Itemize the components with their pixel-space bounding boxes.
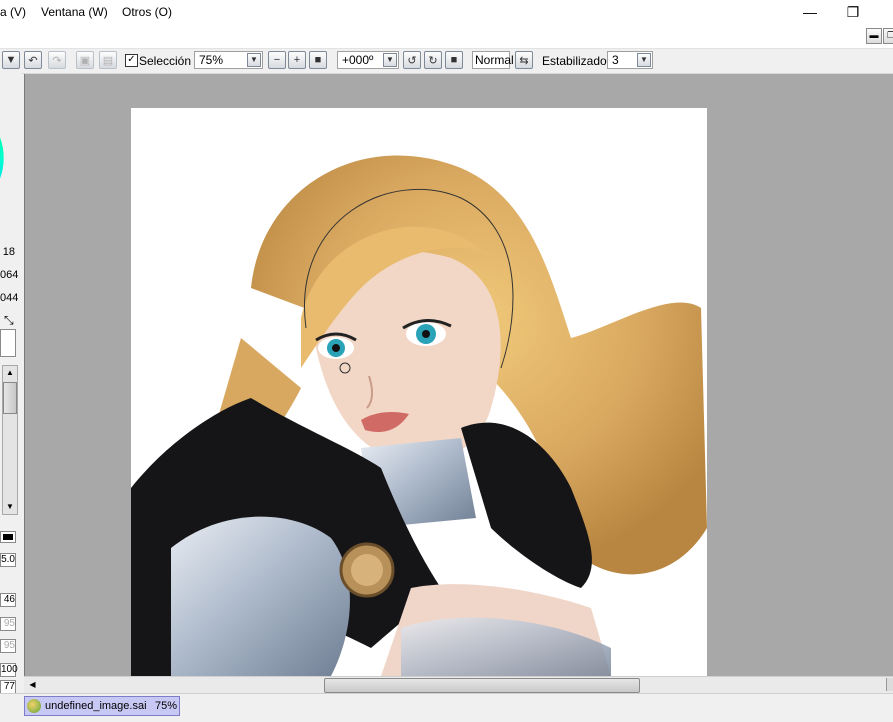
invert-selection-button[interactable]: ▤ [99, 51, 117, 69]
menu-view[interactable]: a (V) [0, 5, 26, 19]
zoom-select[interactable]: 75% ▼ [194, 51, 263, 69]
deselect-button[interactable]: ▣ [76, 51, 94, 69]
artwork-illustration [131, 155, 707, 676]
color-wheel[interactable] [0, 103, 16, 213]
chevron-down-icon[interactable]: ▼ [247, 53, 261, 67]
color-value-1: 18 [2, 246, 15, 258]
document-tab-filename: undefined_image.sai [45, 700, 147, 712]
toolbar-dropdown-button[interactable]: ▼ [2, 51, 20, 69]
minimize-icon: — [803, 4, 817, 20]
param-field-2[interactable]: 95 [0, 617, 16, 631]
deselect-icon: ▣ [79, 54, 91, 67]
param-field-3[interactable]: 95 [0, 639, 16, 653]
canvas-area[interactable] [24, 74, 893, 676]
flip-button[interactable]: ⇆ [515, 51, 533, 69]
document-tab-zoom: 75% [155, 700, 178, 712]
flip-horizontal-icon: ⇆ [519, 54, 529, 67]
toolbar: ▼ ↶ ↷ ▣ ▤ ✓ Selección 75% ▼ − + ■ +000º … [0, 49, 893, 74]
document-tab[interactable]: undefined_image.sai 75% [24, 696, 180, 716]
brush-color-bar [3, 534, 13, 540]
menu-window[interactable]: Ventana (W) [41, 5, 108, 19]
brush-preview[interactable] [0, 531, 16, 543]
chevron-right-icon[interactable] [886, 678, 893, 691]
zoom-out-button[interactable]: − [268, 51, 286, 69]
rotate-ccw-icon: ↺ [407, 54, 417, 67]
redo-icon: ↷ [52, 54, 62, 67]
color-value-2: 064 [0, 269, 19, 281]
undo-button[interactable]: ↶ [24, 51, 42, 69]
param-field-5[interactable]: 77 [0, 680, 16, 694]
rotation-select[interactable]: +000º ▼ [337, 51, 399, 69]
invert-selection-icon: ▤ [102, 54, 114, 67]
square-icon: ■ [314, 54, 322, 66]
minus-icon: − [273, 54, 281, 66]
selection-checkbox[interactable]: ✓ [125, 54, 138, 67]
rotation-value: +000º [342, 53, 374, 67]
mdi-minimize-button[interactable]: ▬ [866, 28, 882, 44]
stabilizer-value: 3 [612, 53, 619, 67]
minimize-icon: ▬ [869, 30, 879, 40]
param-field-1[interactable]: 46 [0, 593, 16, 607]
horizontal-scrollbar[interactable]: ◀ [24, 676, 893, 693]
chevron-down-icon[interactable]: ▼ [637, 53, 651, 67]
restore-icon: ❐ [886, 30, 893, 40]
vertical-scrollbar[interactable]: ▲ ▼ [2, 365, 18, 515]
rotate-left-button[interactable]: ↺ [403, 51, 421, 69]
drawing-canvas[interactable] [131, 108, 707, 676]
chevron-left-icon[interactable]: ◀ [26, 678, 39, 691]
selection-label: Selección [139, 54, 192, 68]
rotate-right-button[interactable]: ↻ [424, 51, 442, 69]
plus-icon: + [293, 54, 301, 66]
minimize-button[interactable]: — [795, 0, 825, 24]
mdi-restore-button[interactable]: ❐ [883, 28, 893, 44]
horizontal-scrollbar-thumb[interactable] [324, 678, 640, 693]
rotate-cw-icon: ↻ [428, 54, 438, 67]
blend-mode-value: Normal [475, 53, 514, 67]
menu-other[interactable]: Otros (O) [122, 5, 172, 19]
stabilizer-select[interactable]: 3 ▼ [607, 51, 653, 69]
swap-colors-icon[interactable]: ⤡ [4, 313, 14, 328]
rotation-reset-button[interactable]: ■ [445, 51, 463, 69]
document-thumbnail-icon [27, 699, 41, 713]
redo-button[interactable]: ↷ [48, 51, 66, 69]
blend-mode-select[interactable]: Normal [472, 51, 514, 69]
scrollbar-thumb[interactable] [3, 382, 17, 414]
check-icon: ✓ [127, 54, 136, 65]
color-swatch[interactable] [0, 329, 16, 357]
undo-icon: ↶ [28, 54, 38, 67]
brush-size-field[interactable]: 5.0 [0, 553, 16, 567]
chevron-down-icon[interactable]: ▼ [3, 500, 17, 514]
left-tool-panel: 18 064 044 ⤡ ▲ ▼ 5.0 46 95 95 100 77 [0, 73, 22, 695]
restore-button[interactable]: ❐ [838, 0, 868, 24]
param-field-4[interactable]: 100 [0, 663, 18, 677]
chevron-down-icon: ▼ [5, 54, 17, 66]
stabilizer-label: Estabilizador [542, 54, 611, 68]
zoom-value: 75% [199, 53, 224, 67]
menu-bar [0, 24, 893, 49]
color-value-3: 044 [0, 292, 19, 304]
restore-icon: ❐ [846, 3, 860, 20]
chevron-down-icon[interactable]: ▼ [383, 53, 397, 67]
chevron-up-icon[interactable]: ▲ [3, 366, 17, 380]
zoom-reset-button[interactable]: ■ [309, 51, 327, 69]
zoom-in-button[interactable]: + [288, 51, 306, 69]
square-icon: ■ [450, 54, 458, 66]
